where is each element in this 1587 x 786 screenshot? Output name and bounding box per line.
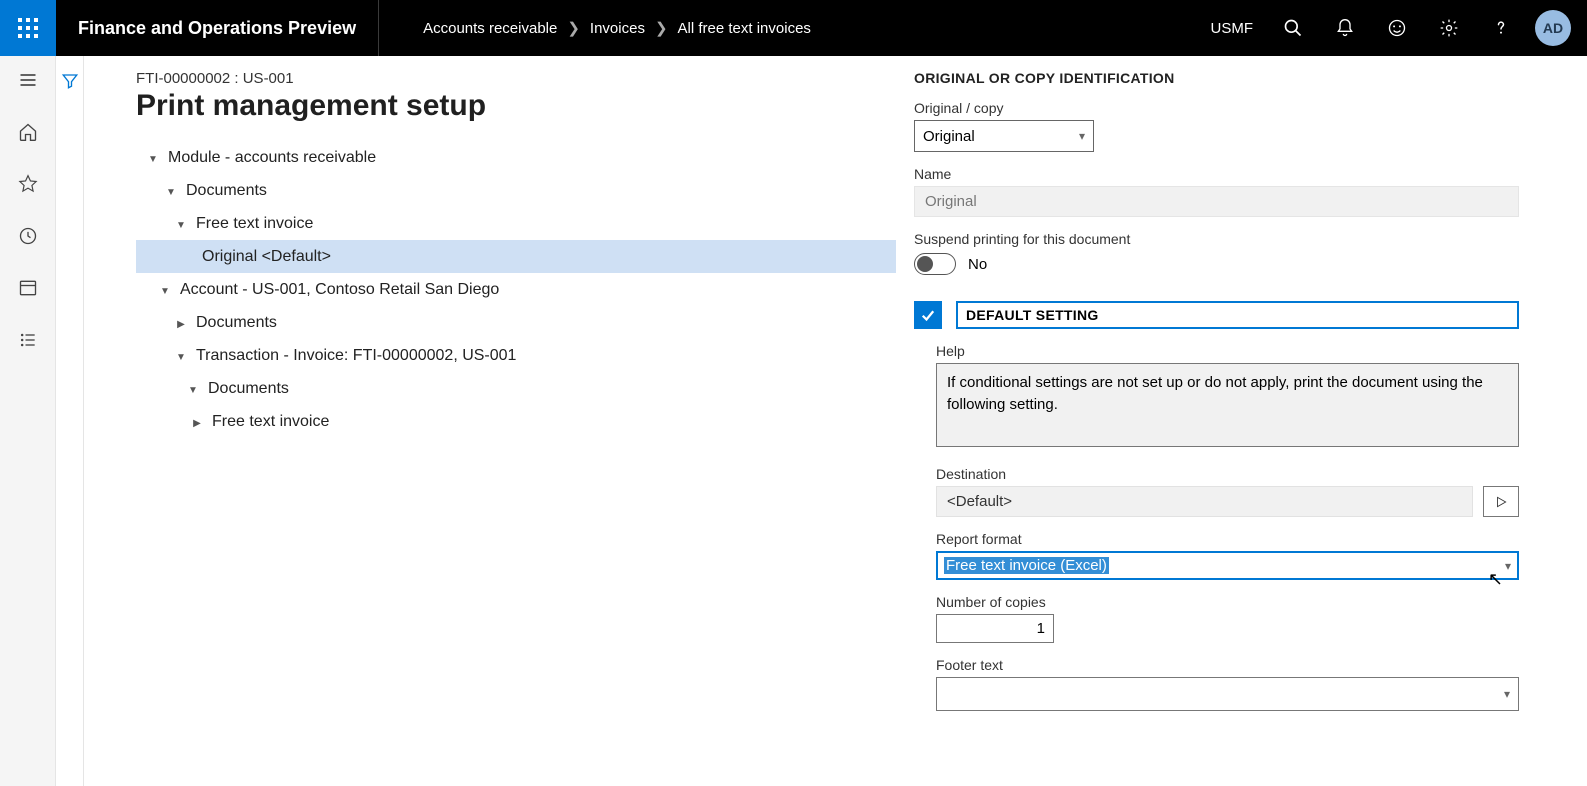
footer-text-select[interactable]: ▾: [936, 677, 1519, 711]
filter-pane-toggle[interactable]: [56, 56, 84, 786]
expand-icon[interactable]: [188, 415, 206, 429]
mouse-cursor-icon: ↖: [1488, 569, 1503, 590]
chevron-down-icon: ▾: [1079, 129, 1085, 143]
tree-node-transaction-documents[interactable]: Documents: [136, 372, 896, 405]
collapse-icon[interactable]: [162, 184, 180, 198]
collapse-icon[interactable]: [144, 151, 162, 165]
recent-icon[interactable]: [16, 224, 40, 248]
help-icon[interactable]: [1475, 0, 1527, 56]
original-copy-label: Original / copy: [914, 100, 1519, 116]
suspend-toggle[interactable]: [914, 253, 956, 275]
print-mgmt-tree: Module - accounts receivable Documents F…: [136, 141, 896, 438]
chevron-right-icon: ❯: [655, 19, 668, 37]
avatar[interactable]: AD: [1535, 10, 1571, 46]
destination-field[interactable]: <Default>: [936, 486, 1473, 517]
workspaces-icon[interactable]: [16, 276, 40, 300]
report-format-select[interactable]: Free text invoice (Excel) ▾ ↖: [936, 551, 1519, 580]
help-label: Help: [936, 343, 1519, 359]
name-field: Original: [914, 186, 1519, 217]
feedback-icon[interactable]: [1371, 0, 1423, 56]
collapse-icon[interactable]: [156, 283, 174, 297]
left-nav-rail: [0, 56, 56, 786]
tree-node-transaction[interactable]: Transaction - Invoice: FTI-00000002, US-…: [136, 339, 896, 372]
footer-label: Footer text: [936, 657, 1519, 673]
collapse-icon[interactable]: [184, 382, 202, 396]
app-title: Finance and Operations Preview: [56, 0, 379, 56]
collapse-icon[interactable]: [172, 217, 190, 231]
breadcrumb-item[interactable]: All free text invoices: [678, 20, 811, 37]
chevron-down-icon: ▾: [1505, 559, 1511, 573]
default-setting-checkbox[interactable]: [914, 301, 942, 329]
app-launcher-icon[interactable]: [0, 0, 56, 56]
name-label: Name: [914, 166, 1519, 182]
tree-node-free-text-invoice[interactable]: Free text invoice: [136, 207, 896, 240]
expand-icon[interactable]: [172, 316, 190, 330]
search-icon[interactable]: [1267, 0, 1319, 56]
tree-node-module[interactable]: Module - accounts receivable: [136, 141, 896, 174]
notifications-icon[interactable]: [1319, 0, 1371, 56]
tree-node-account[interactable]: Account - US-001, Contoso Retail San Die…: [136, 273, 896, 306]
favorite-icon[interactable]: [16, 172, 40, 196]
chevron-down-icon: ▾: [1504, 687, 1510, 701]
suspend-label: Suspend printing for this document: [914, 231, 1519, 247]
hamburger-icon[interactable]: [16, 68, 40, 92]
top-bar: Finance and Operations Preview Accounts …: [0, 0, 1587, 56]
breadcrumb-item[interactable]: Invoices: [590, 20, 645, 37]
modules-icon[interactable]: [16, 328, 40, 352]
report-format-label: Report format: [936, 531, 1519, 547]
help-textarea[interactable]: [936, 363, 1519, 447]
top-right-toolbar: USMF AD: [1197, 0, 1587, 56]
page-title: Print management setup: [136, 89, 896, 123]
chevron-right-icon: ❯: [567, 19, 580, 37]
tree-node-documents[interactable]: Documents: [136, 174, 896, 207]
tree-node-account-documents[interactable]: Documents: [136, 306, 896, 339]
destination-run-button[interactable]: [1483, 486, 1519, 517]
destination-label: Destination: [936, 466, 1519, 482]
settings-icon[interactable]: [1423, 0, 1475, 56]
detail-panel: ORIGINAL OR COPY IDENTIFICATION Original…: [896, 70, 1559, 786]
default-setting-header[interactable]: [956, 301, 1519, 329]
breadcrumb: Accounts receivable ❯ Invoices ❯ All fre…: [379, 19, 811, 37]
record-identifier: FTI-00000002 : US-001: [136, 70, 896, 87]
filter-icon: [61, 72, 79, 786]
copies-input[interactable]: [936, 614, 1054, 643]
original-copy-select[interactable]: Original ▾: [914, 120, 1094, 152]
copies-label: Number of copies: [936, 594, 1519, 610]
collapse-icon[interactable]: [172, 349, 190, 363]
tree-node-original-default[interactable]: Original <Default>: [136, 240, 896, 273]
section-identification-header: ORIGINAL OR COPY IDENTIFICATION: [914, 70, 1519, 86]
company-selector[interactable]: USMF: [1197, 20, 1268, 37]
tree-node-trans-free-text[interactable]: Free text invoice: [136, 405, 896, 438]
home-icon[interactable]: [16, 120, 40, 144]
suspend-value: No: [968, 256, 987, 273]
breadcrumb-item[interactable]: Accounts receivable: [423, 20, 557, 37]
